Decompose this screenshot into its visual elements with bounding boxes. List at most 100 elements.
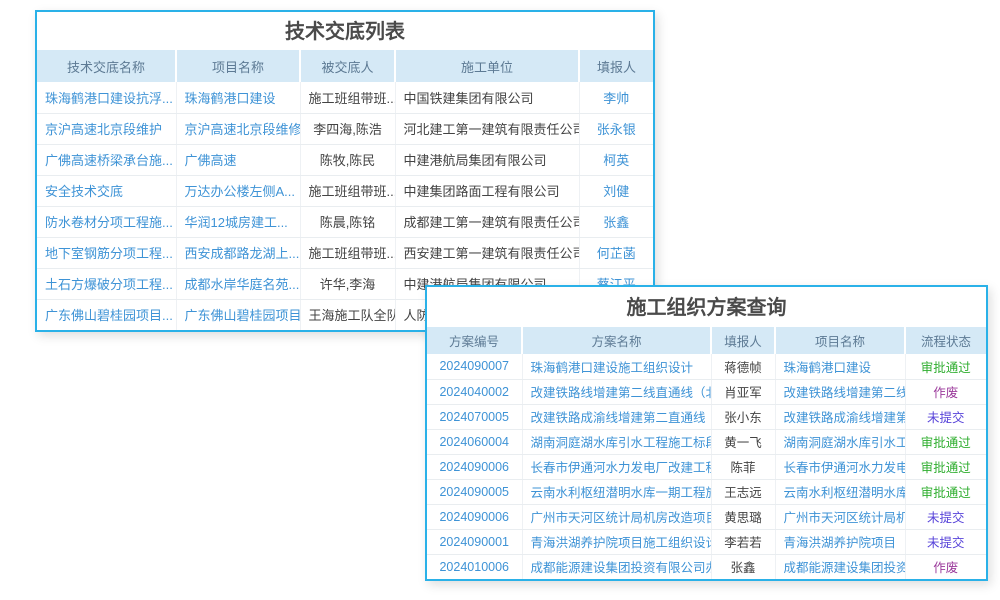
reporter-cell: 黄一飞 [711, 429, 775, 454]
disclosure-name-cell[interactable]: 地下室钢筋分项工程... [37, 237, 176, 268]
disclosure-list-panel: 技术交底列表 技术交底名称 项目名称 被交底人 施工单位 填报人 珠海鹤港口建设… [35, 10, 655, 332]
plan-name-cell[interactable]: 珠海鹤港口建设施工组织设计 [522, 354, 711, 379]
table-row: 2024090006长春市伊通河水力发电厂改建工程陈菲长春市伊通河水力发电厂改建… [427, 454, 986, 479]
plan-id-cell[interactable]: 2024090001 [427, 529, 522, 554]
plan-id-cell[interactable]: 2024090007 [427, 354, 522, 379]
reporter-cell: 王志远 [711, 479, 775, 504]
reporter-cell[interactable]: 刘健 [579, 175, 653, 206]
table-row: 广佛高速桥梁承台施...广佛高速陈牧,陈民中建港航局集团有限公司柯英 [37, 144, 653, 175]
plan-id-cell[interactable]: 2024060004 [427, 429, 522, 454]
construction-unit-cell: 河北建工第一建筑有限责任公司 [395, 113, 579, 144]
plan-name-cell[interactable]: 青海洪湖养护院项目施工组织设计 [522, 529, 711, 554]
disclosure-name-cell[interactable]: 广佛高速桥梁承台施... [37, 144, 176, 175]
table-row: 地下室钢筋分项工程...西安成都路龙湖上...施工班组带班...西安建工第一建筑… [37, 237, 653, 268]
project-name-cell[interactable]: 万达办公楼左侧A... [176, 175, 300, 206]
project-name-cell[interactable]: 云南水利枢纽潜明水库一期工程 [775, 479, 905, 504]
receiver-cell: 陈牧,陈民 [300, 144, 395, 175]
plan-name-cell[interactable]: 成都能源建设集团投资有限公司办 [522, 554, 711, 579]
col-header-plan-name: 方案名称 [522, 327, 711, 354]
receiver-cell: 李四海,陈浩 [300, 113, 395, 144]
plan-status-cell: 审批通过 [905, 454, 986, 479]
plan-status-cell: 作废 [905, 554, 986, 579]
receiver-cell: 施工班组带班... [300, 82, 395, 113]
plan-status-cell: 审批通过 [905, 354, 986, 379]
plan-id-cell[interactable]: 2024070005 [427, 404, 522, 429]
disclosure-name-cell[interactable]: 广东佛山碧桂园项目... [37, 299, 176, 330]
col-header-construction-unit: 施工单位 [395, 50, 579, 82]
project-name-cell[interactable]: 长春市伊通河水力发电厂改建工 [775, 454, 905, 479]
construction-unit-cell: 西安建工第一建筑有限责任公司 [395, 237, 579, 268]
construction-unit-cell: 中国铁建集团有限公司 [395, 82, 579, 113]
plan-name-cell[interactable]: 广州市天河区统计局机房改造项目 [522, 504, 711, 529]
receiver-cell: 施工班组带班... [300, 175, 395, 206]
panel-title: 技术交底列表 [37, 12, 653, 50]
disclosure-name-cell[interactable]: 珠海鹤港口建设抗浮... [37, 82, 176, 113]
reporter-cell: 陈菲 [711, 454, 775, 479]
table-row: 2024060004湖南洞庭湖水库引水工程施工标段黄一飞湖南洞庭湖水库引水工程施… [427, 429, 986, 454]
project-name-cell[interactable]: 改建铁路成渝线增建第二直通线 [775, 404, 905, 429]
plan-name-cell[interactable]: 改建铁路线增建第二线直通线（北 [522, 379, 711, 404]
table-row: 2024090005云南水利枢纽潜明水库一期工程施王志远云南水利枢纽潜明水库一期… [427, 479, 986, 504]
disclosure-name-cell[interactable]: 安全技术交底 [37, 175, 176, 206]
plan-query-table: 方案编号 方案名称 填报人 项目名称 流程状态 2024090007珠海鹤港口建… [427, 327, 986, 579]
col-header-reporter: 填报人 [579, 50, 653, 82]
receiver-cell: 施工班组带班... [300, 237, 395, 268]
plan-id-cell[interactable]: 2024010006 [427, 554, 522, 579]
disclosure-name-cell[interactable]: 京沪高速北京段维护 [37, 113, 176, 144]
plan-id-cell[interactable]: 2024090006 [427, 454, 522, 479]
project-name-cell[interactable]: 成都能源建设集团投资有限公司 [775, 554, 905, 579]
col-header-plan-id: 方案编号 [427, 327, 522, 354]
reporter-cell: 黄思璐 [711, 504, 775, 529]
project-name-cell[interactable]: 华润12城房建工... [176, 206, 300, 237]
receiver-cell: 陈晨,陈铭 [300, 206, 395, 237]
plan-query-panel: 施工组织方案查询 方案编号 方案名称 填报人 项目名称 流程状态 2024090… [425, 285, 988, 581]
col-header-reporter: 填报人 [711, 327, 775, 354]
table-row: 防水卷材分项工程施...华润12城房建工...陈晨,陈铭成都建工第一建筑有限责任… [37, 206, 653, 237]
plan-name-cell[interactable]: 长春市伊通河水力发电厂改建工程 [522, 454, 711, 479]
reporter-cell[interactable]: 张鑫 [579, 206, 653, 237]
col-header-disclosure-name: 技术交底名称 [37, 50, 176, 82]
construction-unit-cell: 中建集团路面工程有限公司 [395, 175, 579, 206]
project-name-cell[interactable]: 广东佛山碧桂园项目 [176, 299, 300, 330]
col-header-project-name: 项目名称 [176, 50, 300, 82]
disclosure-name-cell[interactable]: 防水卷材分项工程施... [37, 206, 176, 237]
plan-status-cell: 作废 [905, 379, 986, 404]
disclosure-name-cell[interactable]: 土石方爆破分项工程... [37, 268, 176, 299]
table-row: 2024070005改建铁路成渝线增建第二直通线张小东改建铁路成渝线增建第二直通… [427, 404, 986, 429]
plan-status-cell: 未提交 [905, 404, 986, 429]
construction-unit-cell: 成都建工第一建筑有限责任公司 [395, 206, 579, 237]
table-row: 安全技术交底万达办公楼左侧A...施工班组带班...中建集团路面工程有限公司刘健 [37, 175, 653, 206]
table-row: 2024010006成都能源建设集团投资有限公司办张鑫成都能源建设集团投资有限公… [427, 554, 986, 579]
table-row: 2024090007珠海鹤港口建设施工组织设计蒋德帧珠海鹤港口建设审批通过 [427, 354, 986, 379]
project-name-cell[interactable]: 广州市天河区统计局机房改造项 [775, 504, 905, 529]
reporter-cell[interactable]: 柯英 [579, 144, 653, 175]
construction-unit-cell: 中建港航局集团有限公司 [395, 144, 579, 175]
plan-id-cell[interactable]: 2024090005 [427, 479, 522, 504]
reporter-cell: 张鑫 [711, 554, 775, 579]
plan-status-cell: 未提交 [905, 529, 986, 554]
project-name-cell[interactable]: 西安成都路龙湖上... [176, 237, 300, 268]
project-name-cell[interactable]: 成都水岸华庭名苑... [176, 268, 300, 299]
project-name-cell[interactable]: 湖南洞庭湖水库引水工程施工标 [775, 429, 905, 454]
table-row: 2024090006广州市天河区统计局机房改造项目黄思璐广州市天河区统计局机房改… [427, 504, 986, 529]
plan-name-cell[interactable]: 改建铁路成渝线增建第二直通线 [522, 404, 711, 429]
plan-id-cell[interactable]: 2024040002 [427, 379, 522, 404]
table-header-row: 方案编号 方案名称 填报人 项目名称 流程状态 [427, 327, 986, 354]
reporter-cell: 张小东 [711, 404, 775, 429]
reporter-cell[interactable]: 何芷菡 [579, 237, 653, 268]
panel-title: 施工组织方案查询 [427, 287, 986, 327]
project-name-cell[interactable]: 广佛高速 [176, 144, 300, 175]
project-name-cell[interactable]: 珠海鹤港口建设 [775, 354, 905, 379]
project-name-cell[interactable]: 珠海鹤港口建设 [176, 82, 300, 113]
col-header-flow-status: 流程状态 [905, 327, 986, 354]
plan-name-cell[interactable]: 湖南洞庭湖水库引水工程施工标段 [522, 429, 711, 454]
table-row: 2024040002改建铁路线增建第二线直通线（北肖亚军改建铁路线增建第二线直通… [427, 379, 986, 404]
plan-id-cell[interactable]: 2024090006 [427, 504, 522, 529]
project-name-cell[interactable]: 青海洪湖养护院项目 [775, 529, 905, 554]
receiver-cell: 许华,李海 [300, 268, 395, 299]
plan-name-cell[interactable]: 云南水利枢纽潜明水库一期工程施 [522, 479, 711, 504]
reporter-cell[interactable]: 李帅 [579, 82, 653, 113]
reporter-cell[interactable]: 张永银 [579, 113, 653, 144]
project-name-cell[interactable]: 改建铁路线增建第二线直通线增 [775, 379, 905, 404]
project-name-cell[interactable]: 京沪高速北京段维修 [176, 113, 300, 144]
